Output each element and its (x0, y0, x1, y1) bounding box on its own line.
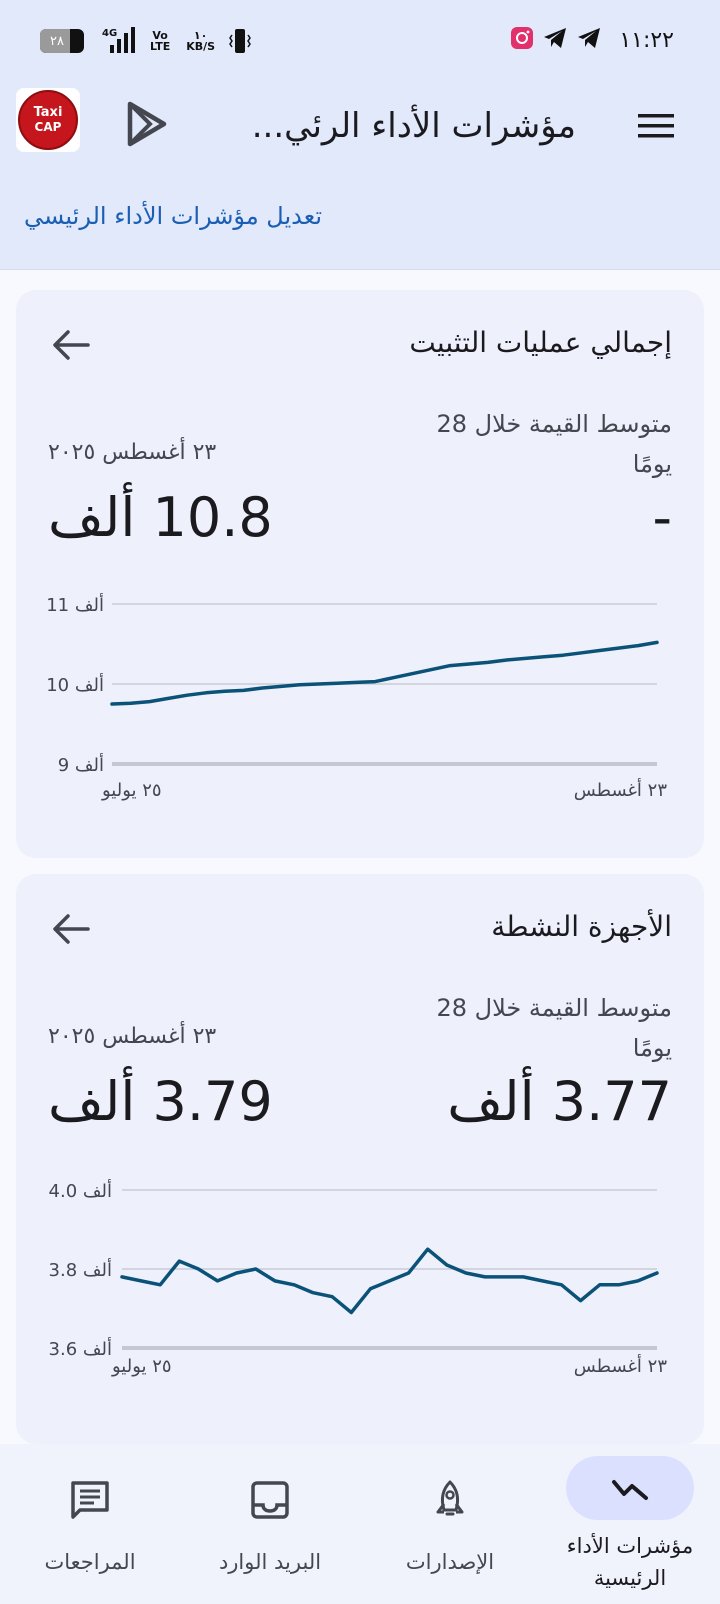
edit-kpi-link[interactable]: تعديل مؤشرات الأداء الرئيسي (24, 202, 322, 230)
nav-label: المراجعات (44, 1550, 136, 1574)
nav-label: البريد الوارد (218, 1550, 322, 1574)
taxi-cap-logo-icon: Taxi CAP (18, 90, 78, 150)
y-tick-label: 4.0 ألف (49, 1179, 112, 1202)
card-title: إجمالي عمليات التثبيت (409, 326, 672, 359)
current-value: 10.8 ألف (48, 486, 273, 549)
average-label: متوسط القيمة خلال 28 يومًا (436, 410, 672, 478)
clock: ١١:٢٢ (619, 28, 674, 53)
average-label: متوسط القيمة خلال 28 يومًا (436, 994, 672, 1062)
nav-item-reviews[interactable]: المراجعات (0, 1444, 180, 1604)
telegram-icon (544, 28, 566, 48)
installs-line-chart: 9 ألف 10 ألف 11 ألف ٢٥ يوليو ٢٣ أغسطس (46, 593, 668, 801)
kpi-trend-icon (612, 1480, 648, 1500)
y-tick-label: 9 ألف (58, 753, 104, 776)
arrow-left-icon[interactable] (52, 328, 90, 362)
date-label: ٢٣ أغسطس ٢٠٢٥ (48, 1024, 217, 1049)
nav-label: الإصدارات (405, 1550, 495, 1574)
inbox-icon (251, 1481, 289, 1519)
status-bar: ٢٨ 4G Vo LTE ١٠ KB/S ١١:٢٢ (0, 0, 720, 82)
y-tick-label: 3.8 ألف (49, 1258, 112, 1281)
nav-item-kpi[interactable]: مؤشرات الأداء الرئيسية (540, 1444, 720, 1604)
date-label: ٢٣ أغسطس ٢٠٢٥ (48, 440, 217, 465)
vibrate-icon (229, 29, 251, 53)
page-title: مؤشرات الأداء الرئي... (251, 106, 576, 146)
volte-indicator: Vo LTE (150, 29, 171, 53)
current-value: 3.79 ألف (48, 1070, 273, 1133)
nav-item-inbox[interactable]: البريد الوارد (180, 1444, 360, 1604)
series-line (120, 1247, 659, 1315)
y-tick-label: 11 ألف (46, 593, 104, 616)
svg-text:4G: 4G (102, 28, 117, 39)
series-line (110, 640, 659, 706)
google-play-console-icon[interactable] (122, 98, 170, 150)
instagram-icon (511, 27, 533, 49)
nav-label: مؤشرات الأداء الرئيسية (566, 1534, 694, 1590)
app-logo[interactable]: Taxi CAP (16, 88, 80, 152)
y-tick-label: 3.6 ألف (49, 1337, 112, 1360)
menu-icon[interactable] (636, 106, 676, 146)
network-speed: ١٠ KB/S (186, 29, 216, 53)
active-devices-card[interactable]: الأجهزة النشطة متوسط القيمة خلال 28 يومً… (16, 874, 704, 1444)
nav-item-releases[interactable]: الإصدارات (360, 1444, 540, 1604)
status-left-icons: ٢٨ 4G Vo LTE ١٠ KB/S (40, 26, 251, 56)
status-right-icons (510, 26, 602, 50)
top-app-bar: مؤشرات الأداء الرئي... Taxi CAP تعديل مؤ… (0, 82, 720, 270)
x-tick-label: ٢٥ يوليو (111, 1356, 172, 1377)
battery-level: ٢٨ (50, 33, 64, 49)
battery-icon: ٢٨ (40, 29, 84, 53)
telegram-icon (578, 28, 600, 48)
bottom-navigation: مؤشرات الأداء الرئيسية الإصدارات البريد … (0, 1444, 720, 1604)
x-tick-label: ٢٥ يوليو (101, 780, 162, 801)
total-installs-card[interactable]: إجمالي عمليات التثبيت متوسط القيمة خلال … (16, 290, 704, 858)
y-tick-label: 10 ألف (46, 673, 104, 696)
x-tick-label: ٢٣ أغسطس (574, 1354, 668, 1377)
average-value: - (652, 486, 673, 549)
average-value: 3.77 ألف (447, 1070, 672, 1133)
rocket-icon (436, 1480, 464, 1516)
signal-icon: 4G (102, 27, 135, 53)
card-title: الأجهزة النشطة (491, 910, 672, 943)
active-devices-line-chart: 3.6 ألف 3.8 ألف 4.0 ألف ٢٥ يوليو ٢٣ أغسطس (49, 1179, 668, 1377)
x-tick-label: ٢٣ أغسطس (574, 778, 668, 801)
arrow-left-icon[interactable] (52, 912, 90, 946)
reviews-icon (71, 1481, 109, 1519)
